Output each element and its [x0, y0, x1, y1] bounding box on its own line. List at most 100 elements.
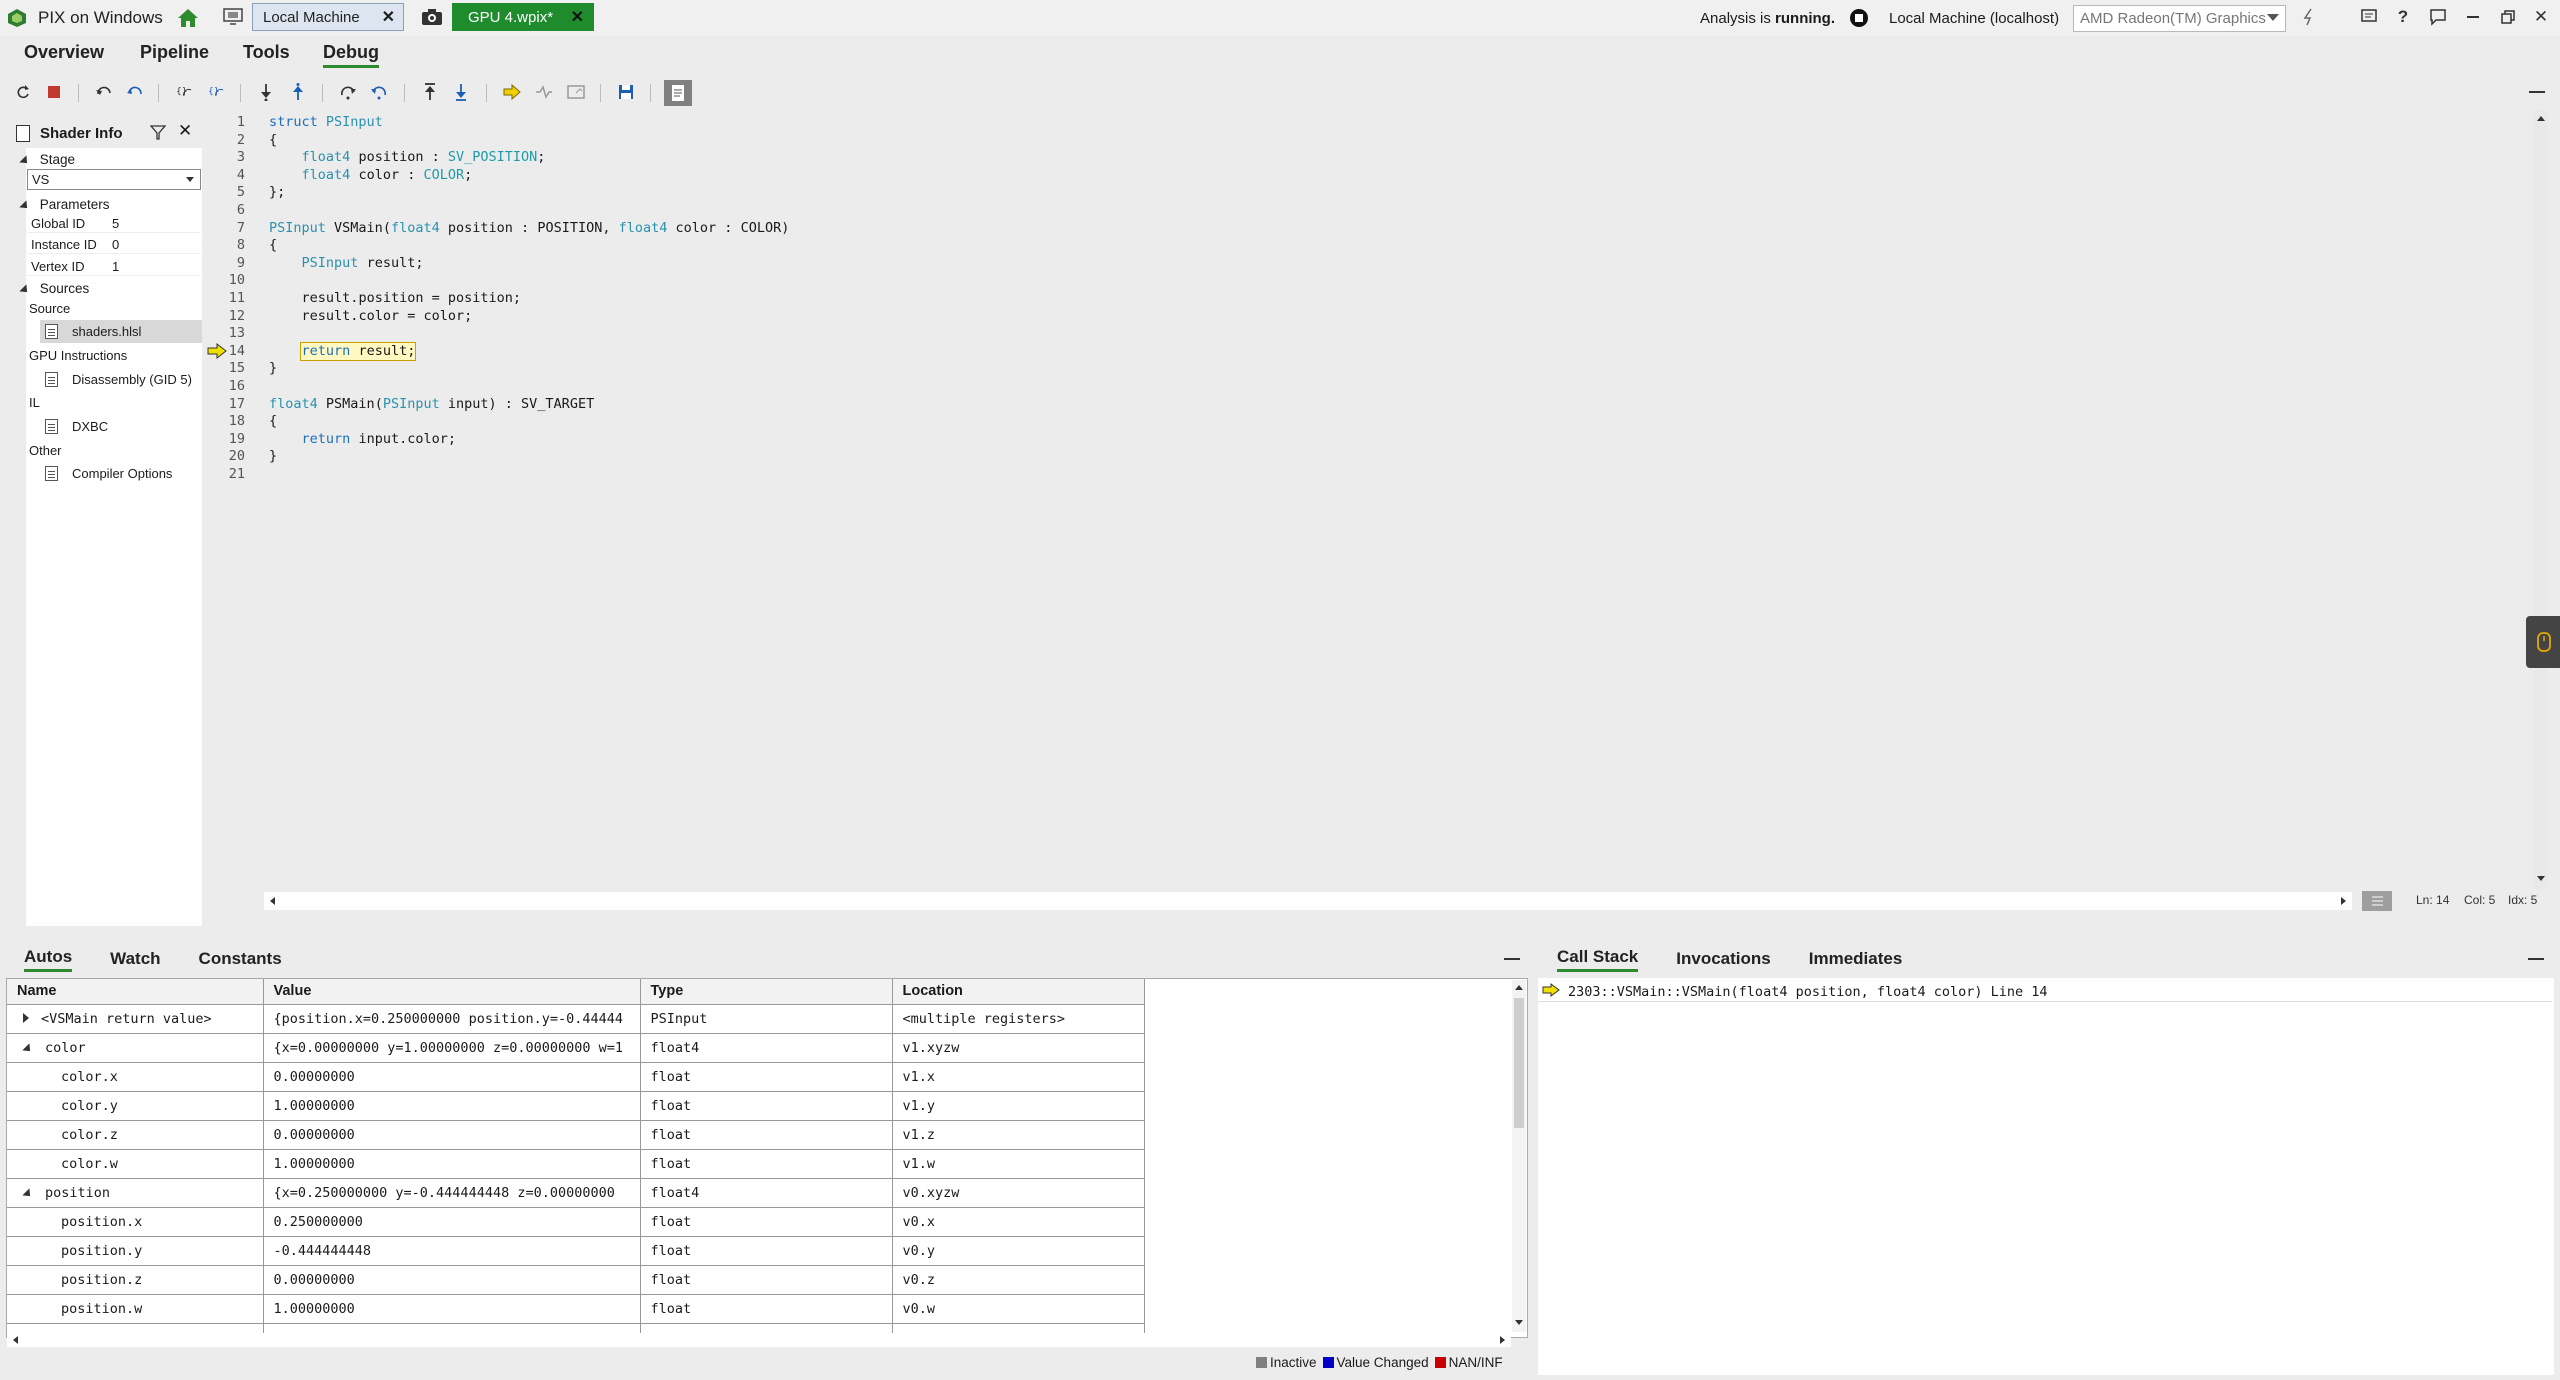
- close-window-icon[interactable]: ✕: [2530, 6, 2552, 28]
- step-out-icon[interactable]: {}: [204, 80, 228, 104]
- menu-pipeline[interactable]: Pipeline: [140, 42, 209, 63]
- chat-icon[interactable]: [2427, 6, 2449, 28]
- run-back-icon[interactable]: [123, 80, 147, 104]
- stage-select[interactable]: VS: [27, 169, 201, 190]
- source-file-item[interactable]: shaders.hlsl: [40, 320, 202, 343]
- collapse-callstack-icon[interactable]: [2528, 958, 2544, 960]
- collapse-icon[interactable]: [22, 1187, 34, 1200]
- menu-overview[interactable]: Overview: [24, 42, 104, 63]
- restore-window-icon[interactable]: [2497, 6, 2519, 28]
- tab-local-machine[interactable]: Local Machine ✕: [252, 3, 404, 31]
- step-over-icon[interactable]: [336, 80, 360, 104]
- scroll-left-icon[interactable]: [270, 897, 275, 905]
- table-row[interactable]: position {x=0.250000000 y=-0.444444448 z=…: [7, 1178, 1145, 1208]
- tab-watch[interactable]: Watch: [110, 949, 160, 969]
- table-row[interactable]: color.x 0.00000000 float v1.x: [7, 1062, 1145, 1092]
- close-icon[interactable]: ✕: [382, 7, 395, 27]
- step-over-back-icon[interactable]: [367, 80, 391, 104]
- scroll-down-icon[interactable]: [2537, 876, 2545, 881]
- machine-monitor-icon[interactable]: [222, 7, 244, 27]
- scroll-up-icon[interactable]: [2537, 116, 2545, 121]
- tab-constants[interactable]: Constants: [199, 949, 282, 969]
- editor-horizontal-scrollbar[interactable]: [264, 892, 2352, 910]
- code-editor[interactable]: 1 struct PSInput 2 {3 float4 position : SV_…: [205, 110, 2540, 900]
- tab-capture-label: GPU 4.wpix*: [468, 8, 554, 26]
- table-row[interactable]: position.z 0.00000000 float v0.z: [7, 1265, 1145, 1295]
- tab-immediates[interactable]: Immediates: [1809, 949, 1903, 969]
- dxbc-item[interactable]: DXBC: [40, 415, 202, 438]
- table-row[interactable]: color.w 1.00000000 float v1.w: [7, 1149, 1145, 1179]
- tab-autos[interactable]: Autos: [24, 947, 73, 972]
- cell-type: float: [640, 1091, 893, 1121]
- camera-icon[interactable]: [420, 7, 444, 27]
- autos-vertical-scrollbar[interactable]: [1512, 980, 1526, 1332]
- line-number: 3: [236, 149, 245, 166]
- compiler-options-item[interactable]: Compiler Options: [40, 462, 202, 485]
- editor-options-icon[interactable]: [2362, 891, 2392, 911]
- run-to-end-icon[interactable]: [418, 80, 442, 104]
- scroll-up-icon[interactable]: [1515, 985, 1523, 990]
- stage-section[interactable]: Stage: [19, 152, 75, 167]
- autos-horizontal-scrollbar[interactable]: [7, 1333, 1511, 1347]
- table-row[interactable]: color.z 0.00000000 float v1.z: [7, 1120, 1145, 1150]
- scroll-down-icon[interactable]: [1515, 1320, 1523, 1325]
- step-up-icon[interactable]: [286, 80, 310, 104]
- table-row[interactable]: <VSMain return value> {position.x=0.25000…: [7, 1004, 1145, 1034]
- table-row[interactable]: color {x=0.00000000 y=1.00000000 z=0.0000…: [7, 1033, 1145, 1063]
- menu-debug[interactable]: Debug: [323, 42, 379, 68]
- restart-icon[interactable]: [11, 80, 35, 104]
- close-panel-icon[interactable]: ✕: [178, 121, 192, 141]
- save-icon[interactable]: [614, 80, 638, 104]
- menu-tools[interactable]: Tools: [243, 42, 290, 63]
- tab-call-stack[interactable]: Call Stack: [1557, 947, 1639, 972]
- collapse-panel-icon[interactable]: [2529, 91, 2545, 93]
- filter-icon[interactable]: [149, 124, 167, 143]
- step-into-icon[interactable]: {}: [172, 80, 196, 104]
- table-row[interactable]: position.x 0.250000000 float v0.x: [7, 1207, 1145, 1237]
- table-row[interactable]: position.y -0.444444448 float v0.y: [7, 1236, 1145, 1266]
- disassembly-item[interactable]: Disassembly (GID 5): [40, 368, 202, 391]
- lightning-icon[interactable]: [2298, 6, 2320, 28]
- table-row[interactable]: color.y 1.00000000 float v1.y: [7, 1091, 1145, 1121]
- column-header-type[interactable]: Type: [640, 979, 893, 1005]
- feedback-icon[interactable]: [2358, 6, 2380, 28]
- tab-capture[interactable]: GPU 4.wpix* ✕: [452, 3, 594, 31]
- breakpoint-icon[interactable]: [532, 80, 556, 104]
- column-header-name[interactable]: Name: [7, 979, 264, 1005]
- step-down-icon[interactable]: [254, 80, 278, 104]
- gpu-select[interactable]: AMD Radeon(TM) Graphics: [2073, 5, 2286, 32]
- close-icon[interactable]: ✕: [571, 7, 584, 27]
- collapse-icon[interactable]: [22, 1042, 34, 1055]
- expand-icon[interactable]: [23, 1012, 29, 1023]
- parameters-section[interactable]: Parameters: [19, 197, 110, 212]
- scroll-right-icon[interactable]: [2341, 897, 2346, 905]
- right-dock-button[interactable]: [2526, 616, 2560, 668]
- cell-name: position.y: [7, 1236, 264, 1266]
- run-to-start-icon[interactable]: [449, 80, 473, 104]
- cell-location: v0.y: [892, 1236, 1145, 1266]
- editor-vertical-scrollbar[interactable]: [2534, 110, 2548, 890]
- tab-invocations[interactable]: Invocations: [1676, 949, 1770, 969]
- scroll-thumb[interactable]: [1514, 998, 1524, 1128]
- sources-section[interactable]: Sources: [19, 281, 89, 296]
- param-value[interactable]: 0: [112, 237, 119, 252]
- minimize-window-icon[interactable]: [2462, 6, 2484, 28]
- column-header-value[interactable]: Value: [263, 979, 641, 1005]
- cell-value: 0.250000000: [263, 1207, 641, 1237]
- call-stack-frame[interactable]: 2303::VSMain::VSMain(float4 position, fl…: [1538, 982, 2552, 1002]
- source-view-icon[interactable]: [664, 80, 692, 106]
- window-toggle-icon[interactable]: [564, 80, 588, 104]
- home-icon[interactable]: [177, 7, 199, 29]
- show-next-statement-icon[interactable]: [500, 80, 524, 104]
- scroll-right-icon[interactable]: [1500, 1336, 1505, 1344]
- help-icon[interactable]: ?: [2392, 6, 2414, 28]
- param-value[interactable]: 5: [112, 216, 119, 231]
- param-value[interactable]: 1: [112, 259, 119, 274]
- column-header-location[interactable]: Location: [892, 979, 1145, 1005]
- step-back-icon[interactable]: [92, 80, 116, 104]
- stop-analysis-icon[interactable]: [1850, 9, 1868, 27]
- collapse-variables-icon[interactable]: [1504, 958, 1520, 960]
- stop-debug-icon[interactable]: [42, 80, 66, 104]
- scroll-left-icon[interactable]: [13, 1336, 18, 1344]
- table-row[interactable]: position.w 1.00000000 float v0.w: [7, 1294, 1145, 1324]
